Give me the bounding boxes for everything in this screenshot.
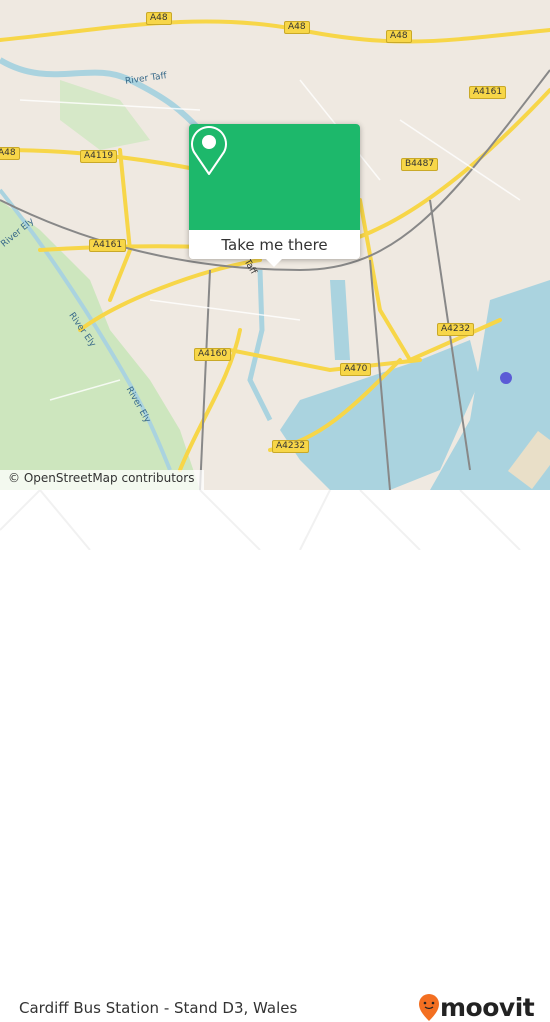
road-label: A4232: [272, 440, 310, 453]
take-me-there-button[interactable]: Take me there: [189, 230, 360, 259]
stop-title: Cardiff Bus Station - Stand D3, Wales: [19, 999, 298, 1017]
road-label: A4119: [80, 150, 118, 163]
map-pin-icon: [191, 126, 227, 175]
road-label: A4161: [89, 239, 127, 252]
moovit-face-icon: [419, 993, 439, 1021]
road-label: A48: [284, 21, 310, 34]
road-label: B4487: [401, 158, 439, 171]
footer: Cardiff Bus Station - Stand D3, Wales mo…: [0, 490, 550, 1022]
bus-stop-icon: [500, 372, 512, 384]
map[interactable]: A48 A48 A48 A4161 B4487 A4119 A4161 A48 …: [0, 0, 550, 490]
road-label: A4161: [469, 86, 507, 99]
moovit-wordmark: moovit: [440, 993, 535, 1022]
road-label: A4160: [194, 348, 232, 361]
road-label: A4232: [437, 323, 475, 336]
footer-pattern: [0, 490, 521, 550]
popup-pointer: [266, 259, 282, 267]
map-attribution[interactable]: © OpenStreetMap contributors: [0, 470, 205, 490]
road-label: A48: [0, 147, 20, 160]
location-popup: Take me there: [189, 124, 360, 267]
road-label: A470: [340, 363, 372, 376]
road-label: A48: [386, 30, 412, 43]
moovit-logo[interactable]: moovit: [418, 993, 535, 1022]
road-label: A48: [146, 12, 172, 25]
popup-header: [189, 124, 360, 230]
